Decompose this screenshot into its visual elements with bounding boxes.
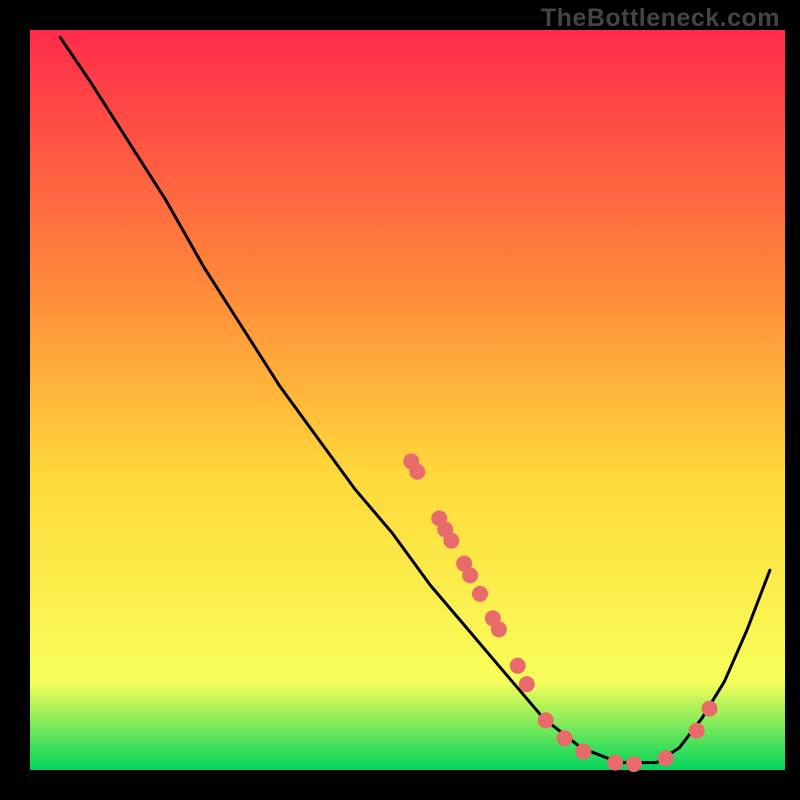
data-point: [575, 744, 591, 760]
data-point: [607, 755, 623, 771]
data-point: [658, 750, 674, 766]
data-point: [519, 676, 535, 692]
data-point: [689, 723, 705, 739]
data-point: [491, 621, 507, 637]
data-point: [409, 464, 425, 480]
data-point: [702, 701, 718, 717]
data-point: [510, 658, 526, 674]
chart-container: TheBottleneck.com: [0, 0, 800, 800]
data-point: [538, 712, 554, 728]
watermark-label: TheBottleneck.com: [541, 4, 780, 33]
bottleneck-chart: [0, 0, 800, 800]
data-point: [557, 730, 573, 746]
data-point: [443, 533, 459, 549]
data-point: [462, 567, 478, 583]
data-point: [472, 586, 488, 602]
data-point: [626, 756, 642, 772]
